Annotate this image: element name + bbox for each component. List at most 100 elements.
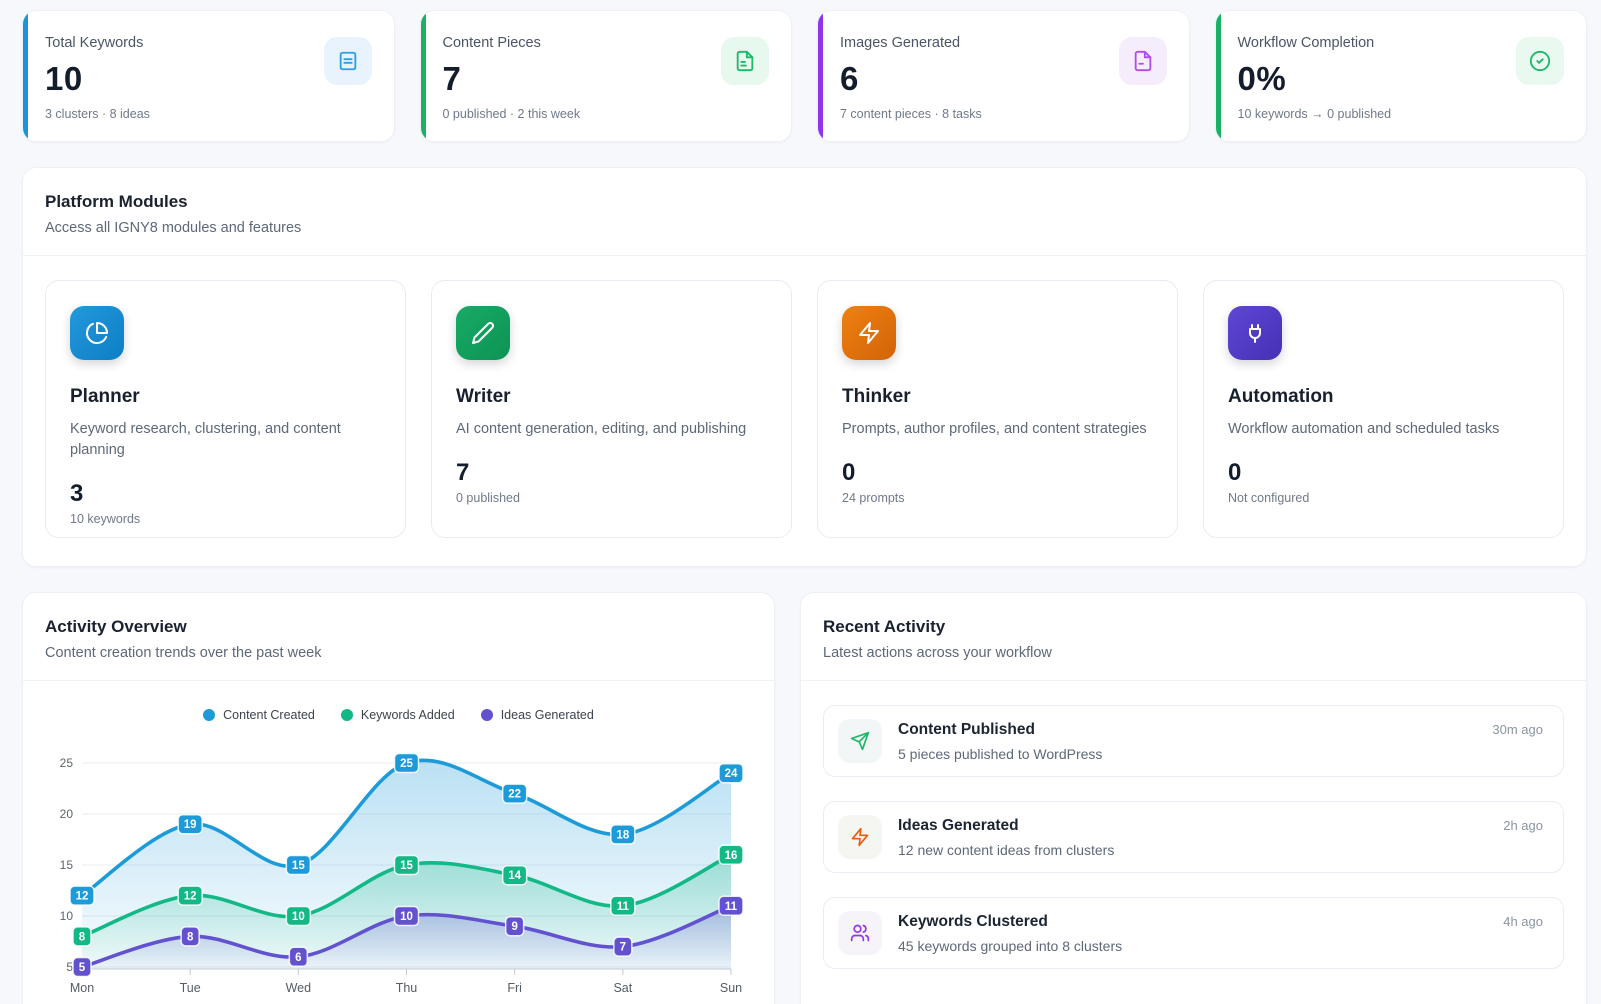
stat-card: Total Keywords 10 3 clusters · 8 ideas (22, 10, 395, 142)
legend-item-ideas-generated[interactable]: Ideas Generated (481, 708, 594, 722)
stat-card: Workflow Completion 0% 10 keywords → 0 p… (1215, 10, 1588, 142)
svg-text:19: 19 (184, 819, 197, 831)
stat-label: Images Generated (840, 35, 1167, 51)
activity-overview-header: Activity Overview Content creation trend… (23, 593, 774, 681)
pencil-icon (456, 306, 510, 360)
activity-overview-panel: Activity Overview Content creation trend… (22, 592, 775, 1004)
stat-card: Content Pieces 7 0 published · 2 this we… (420, 10, 793, 142)
section-title: Platform Modules (45, 192, 1562, 212)
activity-time: 4h ago (1503, 914, 1543, 929)
legend-dot (203, 709, 215, 721)
activity-line-chart: 510152025MonTueWedThuFriSatSun1219152522… (23, 726, 774, 1004)
activity-title: Keywords Clustered (898, 913, 1048, 931)
legend-dot (481, 709, 493, 721)
legend-item-content-created[interactable]: Content Created (203, 708, 315, 722)
legend-label: Keywords Added (361, 708, 455, 722)
svg-text:12: 12 (184, 891, 197, 903)
platform-modules-panel: Platform Modules Access all IGNY8 module… (22, 167, 1587, 567)
svg-text:5: 5 (79, 962, 86, 974)
send-icon (838, 719, 882, 763)
circle-check-icon (1516, 37, 1564, 85)
svg-text:Fri: Fri (507, 981, 522, 995)
stat-sub: 0 published · 2 this week (443, 107, 770, 121)
svg-text:8: 8 (79, 931, 86, 943)
accent-bar (1216, 11, 1221, 141)
module-description: AI content generation, editing, and publ… (456, 419, 767, 440)
module-name: Writer (456, 386, 767, 408)
stat-sub: 7 content pieces · 8 tasks (840, 107, 1167, 121)
section-subtitle: Content creation trends over the past we… (45, 645, 750, 661)
stat-value: 6 (840, 60, 1167, 98)
svg-text:15: 15 (292, 860, 305, 872)
notepad-icon (324, 37, 372, 85)
module-stat: 3 (70, 480, 381, 508)
plug-icon (1228, 306, 1282, 360)
svg-text:11: 11 (725, 901, 738, 913)
section-title: Recent Activity (823, 617, 1562, 637)
module-description: Workflow automation and scheduled tasks (1228, 419, 1539, 440)
svg-text:11: 11 (617, 901, 630, 913)
activity-title: Ideas Generated (898, 817, 1019, 835)
svg-text:Tue: Tue (180, 981, 201, 995)
legend-label: Ideas Generated (501, 708, 594, 722)
accent-bar (818, 11, 823, 141)
svg-text:25: 25 (400, 758, 413, 770)
bottom-row: Activity Overview Content creation trend… (22, 592, 1587, 1004)
platform-modules-header: Platform Modules Access all IGNY8 module… (23, 168, 1586, 256)
legend-item-keywords-added[interactable]: Keywords Added (341, 708, 455, 722)
legend-label: Content Created (223, 708, 315, 722)
recent-activity-header: Recent Activity Latest actions across yo… (801, 593, 1586, 681)
recent-activity-panel: Recent Activity Latest actions across yo… (800, 592, 1587, 1004)
section-title: Activity Overview (45, 617, 750, 637)
activity-title: Content Published (898, 721, 1035, 739)
svg-text:7: 7 (620, 942, 626, 954)
module-name: Planner (70, 386, 381, 408)
stat-sub: 10 keywords → 0 published (1238, 107, 1565, 121)
activity-description: 5 pieces published to WordPress (898, 746, 1543, 762)
stat-sub: 3 clusters · 8 ideas (45, 107, 372, 121)
svg-text:Thu: Thu (396, 981, 418, 995)
accent-bar (23, 11, 28, 141)
module-stat: 7 (456, 459, 767, 487)
section-subtitle: Latest actions across your workflow (823, 645, 1562, 661)
svg-text:14: 14 (508, 870, 521, 882)
modules-grid: Planner Keyword research, clustering, an… (23, 256, 1586, 566)
svg-text:Sat: Sat (613, 981, 632, 995)
svg-text:25: 25 (60, 756, 74, 770)
module-stat: 0 (842, 459, 1153, 487)
svg-text:10: 10 (292, 911, 305, 923)
svg-text:6: 6 (295, 952, 301, 964)
module-name: Thinker (842, 386, 1153, 408)
dashboard-page: Total Keywords 10 3 clusters · 8 ideas C… (0, 0, 1601, 1004)
module-stat: 0 (1228, 459, 1539, 487)
module-card-writer[interactable]: Writer AI content generation, editing, a… (431, 280, 792, 538)
activity-body: Content Published 30m ago 5 pieces publi… (898, 721, 1543, 762)
stat-label: Total Keywords (45, 35, 372, 51)
stat-value: 10 (45, 60, 372, 98)
module-card-thinker[interactable]: Thinker Prompts, author profiles, and co… (817, 280, 1178, 538)
svg-text:20: 20 (60, 807, 74, 821)
file-text-icon (721, 37, 769, 85)
module-name: Automation (1228, 386, 1539, 408)
svg-text:9: 9 (511, 921, 517, 933)
svg-text:18: 18 (616, 829, 629, 841)
accent-bar (421, 11, 426, 141)
legend-dot (341, 709, 353, 721)
activity-time: 2h ago (1503, 818, 1543, 833)
stat-card: Images Generated 6 7 content pieces · 8 … (817, 10, 1190, 142)
module-stat-label: 10 keywords (70, 512, 381, 526)
module-card-planner[interactable]: Planner Keyword research, clustering, an… (45, 280, 406, 538)
module-stat-label: Not configured (1228, 491, 1539, 505)
zap-icon (842, 306, 896, 360)
module-description: Keyword research, clustering, and conten… (70, 419, 381, 461)
module-stat-label: 24 prompts (842, 491, 1153, 505)
svg-text:10: 10 (60, 909, 74, 923)
zap-icon (838, 815, 882, 859)
activity-body: Ideas Generated 2h ago 12 new content id… (898, 817, 1543, 858)
module-description: Prompts, author profiles, and content st… (842, 419, 1153, 440)
svg-text:15: 15 (400, 860, 413, 872)
module-card-automation[interactable]: Automation Workflow automation and sched… (1203, 280, 1564, 538)
activity-description: 12 new content ideas from clusters (898, 842, 1543, 858)
activity-item: Content Published 30m ago 5 pieces publi… (823, 705, 1564, 777)
activity-item: Keywords Clustered 4h ago 45 keywords gr… (823, 897, 1564, 969)
